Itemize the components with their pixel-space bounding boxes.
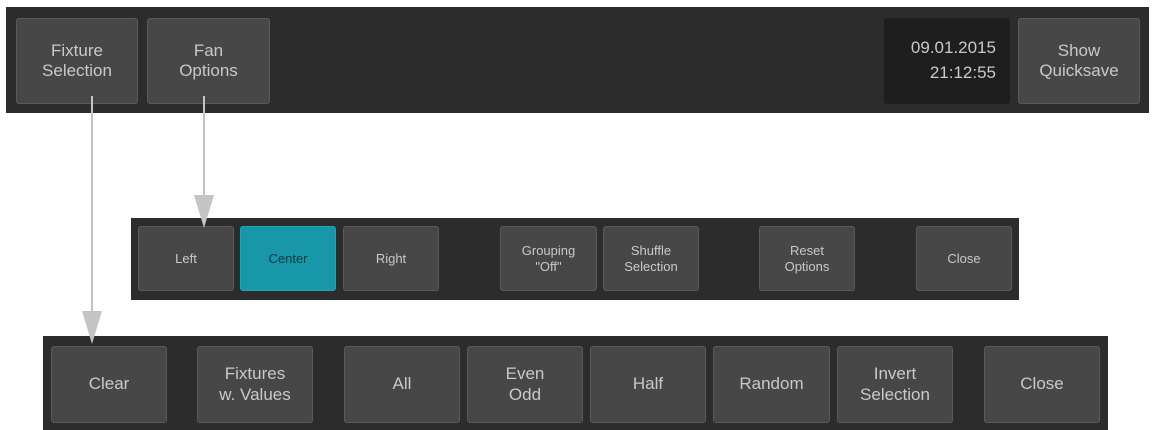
fan-right-button[interactable]: Right — [343, 226, 439, 291]
date-time-display: 09.01.2015 21:12:55 — [884, 18, 1010, 104]
even-odd-button[interactable]: Even Odd — [467, 346, 583, 423]
all-button[interactable]: All — [344, 346, 460, 423]
grouping-button[interactable]: Grouping "Off" — [500, 226, 597, 291]
fan-close-button[interactable]: Close — [916, 226, 1012, 291]
clear-button[interactable]: Clear — [51, 346, 167, 423]
time-text: 21:12:55 — [929, 63, 996, 82]
half-button[interactable]: Half — [590, 346, 706, 423]
invert-selection-button[interactable]: Invert Selection — [837, 346, 953, 423]
date-text: 09.01.2015 — [910, 38, 996, 58]
show-quicksave-button[interactable]: Show Quicksave — [1018, 18, 1140, 104]
shuffle-selection-button[interactable]: Shuffle Selection — [603, 226, 699, 291]
fan-left-button[interactable]: Left — [138, 226, 234, 291]
fixture-selection-button[interactable]: Fixture Selection — [16, 18, 138, 104]
fan-options-button[interactable]: Fan Options — [147, 18, 270, 104]
arrow-fan-options-to-panel — [194, 96, 214, 228]
fan-center-button[interactable]: Center — [240, 226, 336, 291]
reset-options-button[interactable]: Reset Options — [759, 226, 855, 291]
fixtures-with-values-button[interactable]: Fixtures w. Values — [197, 346, 313, 423]
random-button[interactable]: Random — [713, 346, 830, 423]
arrow-fixture-selection-to-panel — [82, 96, 102, 344]
selection-close-button[interactable]: Close — [984, 346, 1100, 423]
